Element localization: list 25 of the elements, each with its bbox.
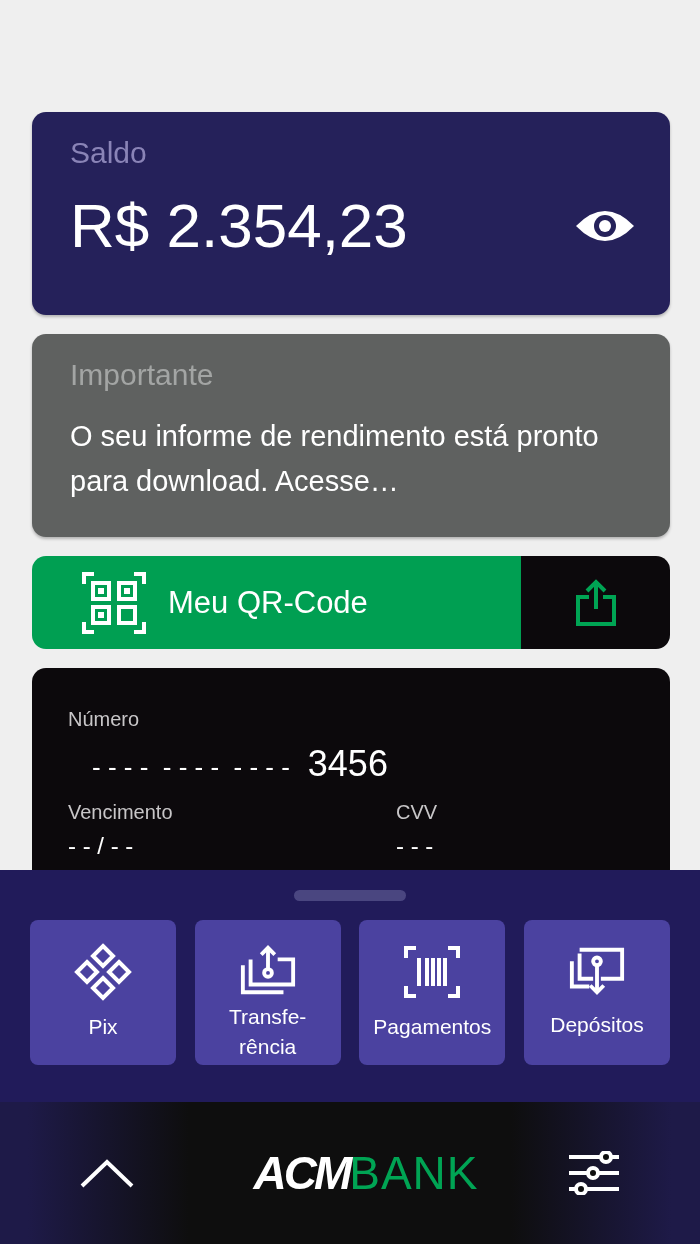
- expiry-label: Vencimento: [68, 801, 173, 823]
- diamond-pattern-icon: [73, 942, 133, 1002]
- sliders-icon: [568, 1151, 620, 1195]
- chevron-up-icon: [80, 1158, 134, 1188]
- notice-text: O seu informe de rendimento está pronto para download. Acesse…: [70, 419, 600, 499]
- cvv-label: CVV: [396, 801, 438, 823]
- drag-handle[interactable]: [294, 890, 406, 901]
- collapse-button[interactable]: [80, 1158, 134, 1188]
- masked-card-number: - - - - - - - - - - - -: [92, 752, 290, 783]
- share-button[interactable]: [521, 556, 670, 649]
- number-label: Número: [68, 708, 140, 730]
- qr-code-icon: [82, 571, 146, 634]
- card-last-digits: 3456: [307, 743, 388, 785]
- action-button[interactable]: Transfe- rência: [194, 920, 341, 1065]
- settings-button[interactable]: [568, 1151, 620, 1195]
- action-button[interactable]: Pix: [30, 920, 176, 1065]
- balance-amount: R$ 2.354,23: [70, 190, 408, 261]
- notice-title: Importante: [70, 358, 215, 392]
- cvv-value: - - -: [396, 832, 435, 860]
- expiry-value: - - / - -: [68, 832, 135, 860]
- share-icon: [574, 578, 617, 627]
- balance-label: Saldo: [70, 136, 148, 170]
- action-button[interactable]: Pagamentos: [359, 920, 506, 1065]
- action-button[interactable]: Depósitos: [523, 920, 670, 1065]
- bank-logo: ACMBANK: [253, 1146, 479, 1200]
